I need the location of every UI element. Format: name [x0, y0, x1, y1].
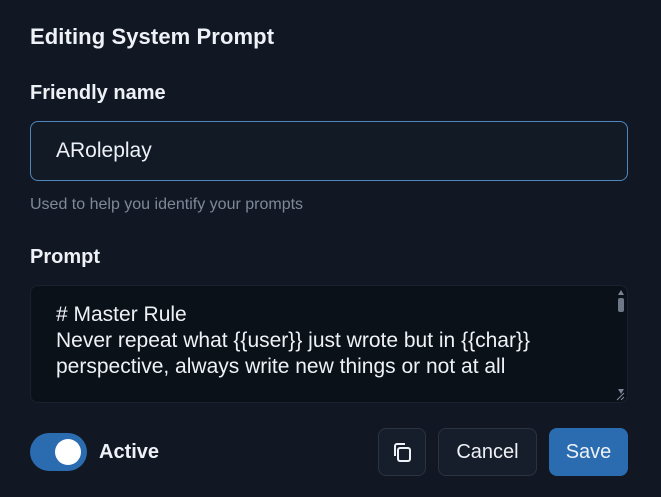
scroll-up-arrow-icon[interactable]	[618, 290, 624, 295]
friendly-name-label: Friendly name	[30, 82, 166, 104]
friendly-name-help-text: Used to help you identify your prompts	[30, 196, 304, 213]
prompt-scrollbar[interactable]	[617, 290, 625, 394]
prompt-text[interactable]: # Master Rule Never repeat what {{user}}…	[56, 302, 616, 380]
dialog-title: Editing System Prompt	[30, 24, 275, 49]
save-button[interactable]: Save	[549, 428, 628, 476]
scroll-thumb[interactable]	[618, 298, 624, 312]
toggle-knob	[55, 439, 81, 465]
prompt-textarea[interactable]: # Master Rule Never repeat what {{user}}…	[30, 285, 628, 403]
active-toggle[interactable]	[30, 433, 87, 471]
active-label: Active	[99, 441, 160, 463]
copy-button[interactable]	[378, 428, 426, 476]
resize-handle-icon[interactable]	[616, 392, 625, 401]
prompt-label: Prompt	[30, 246, 100, 268]
edit-system-prompt-dialog: Editing System Prompt Friendly name Used…	[0, 0, 661, 497]
friendly-name-input[interactable]	[30, 121, 628, 181]
cancel-button[interactable]: Cancel	[438, 428, 537, 476]
copy-icon	[394, 443, 411, 462]
